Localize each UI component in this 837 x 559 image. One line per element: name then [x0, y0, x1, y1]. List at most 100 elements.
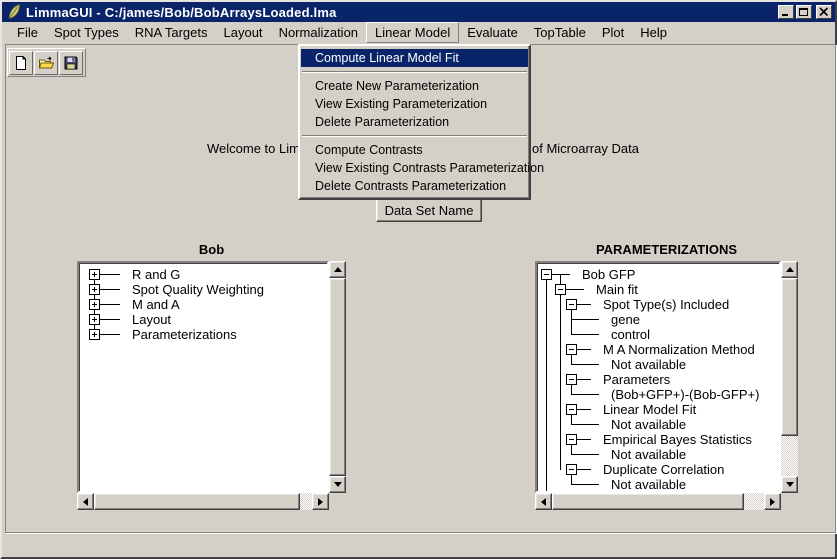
tree-item-not-available[interactable]: Not available	[537, 357, 779, 372]
left-tree-vscrollbar	[329, 261, 346, 493]
tree-item-m-and-a[interactable]: M and A	[79, 297, 327, 312]
scroll-down-button[interactable]	[329, 476, 346, 493]
right-tree-hscrollbar	[535, 493, 781, 510]
tree-guide-line	[560, 402, 561, 417]
scroll-thumb[interactable]	[781, 278, 798, 436]
tree-item-label[interactable]: Main fit	[596, 282, 638, 297]
tree-item-label[interactable]: Not available	[611, 477, 686, 492]
tree-item-label[interactable]: Not available	[611, 417, 686, 432]
collapse-box-icon[interactable]	[566, 344, 577, 355]
data-set-name-button[interactable]: Data Set Name	[376, 198, 482, 222]
tree-item-label[interactable]: control	[611, 327, 650, 342]
tree-guide-line	[546, 342, 547, 357]
scroll-up-button[interactable]	[329, 261, 346, 278]
menubar-item-normalization[interactable]: Normalization	[271, 23, 366, 42]
tree-item-spot-type-s-included[interactable]: Spot Type(s) Included	[537, 297, 779, 312]
tree-item-parameters[interactable]: Parameters	[537, 372, 779, 387]
minimize-button[interactable]	[778, 5, 794, 19]
collapse-box-icon[interactable]	[566, 434, 577, 445]
tree-item-label[interactable]: Empirical Bayes Statistics	[603, 432, 752, 447]
tree-item-label[interactable]: Parameterizations	[132, 327, 237, 342]
menu-item-delete-contrasts-parameterization[interactable]: Delete Contrasts Parameterization	[301, 177, 528, 195]
menu-item-delete-parameterization[interactable]: Delete Parameterization	[301, 113, 528, 131]
tree-item-label[interactable]: Spot Quality Weighting	[132, 282, 264, 297]
tree-item-label[interactable]: Spot Type(s) Included	[603, 297, 729, 312]
expand-box-icon[interactable]	[89, 269, 100, 280]
expand-box-icon[interactable]	[89, 314, 100, 325]
tree-connector-line	[571, 319, 599, 320]
tree-item-r-and-g[interactable]: R and G	[79, 267, 327, 282]
scroll-left-button[interactable]	[77, 493, 94, 510]
menubar-item-spot-types[interactable]: Spot Types	[46, 23, 127, 42]
tree-item-control[interactable]: control	[537, 327, 779, 342]
save-file-button[interactable]	[59, 51, 83, 75]
scroll-thumb[interactable]	[552, 493, 744, 510]
menubar-item-layout[interactable]: Layout	[216, 23, 271, 42]
tree-item-layout[interactable]: Layout	[79, 312, 327, 327]
tree-item-gene[interactable]: gene	[537, 312, 779, 327]
tree-item-bob-gfp-bob-gfp[interactable]: (Bob+GFP+)-(Bob-GFP+)	[537, 387, 779, 402]
tree-item-label[interactable]: Not available	[611, 357, 686, 372]
tree-item-not-available[interactable]: Not available	[537, 477, 779, 492]
tree-item-linear-model-fit[interactable]: Linear Model Fit	[537, 402, 779, 417]
scroll-left-button[interactable]	[535, 493, 552, 510]
tree-item-label[interactable]: Parameters	[603, 372, 670, 387]
scroll-down-button[interactable]	[781, 476, 798, 493]
tree-item-label[interactable]: (Bob+GFP+)-(Bob-GFP+)	[611, 387, 759, 402]
collapse-box-icon[interactable]	[541, 269, 552, 280]
tree-item-label[interactable]: Duplicate Correlation	[603, 462, 724, 477]
tree-item-m-a-normalization-method[interactable]: M A Normalization Method	[537, 342, 779, 357]
menubar-item-file[interactable]: File	[9, 23, 46, 42]
tree-item-label[interactable]: Not available	[611, 447, 686, 462]
expand-box-icon[interactable]	[89, 284, 100, 295]
menu-item-create-new-parameterization[interactable]: Create New Parameterization	[301, 77, 528, 95]
menu-item-compute-linear-model-fit[interactable]: Compute Linear Model Fit	[301, 49, 528, 67]
collapse-box-icon[interactable]	[566, 464, 577, 475]
tree-item-main-fit[interactable]: Main fit	[537, 282, 779, 297]
scroll-right-button[interactable]	[764, 493, 781, 510]
scroll-up-button[interactable]	[781, 261, 798, 278]
tree-item-empirical-bayes-statistics[interactable]: Empirical Bayes Statistics	[537, 432, 779, 447]
menubar-item-help[interactable]: Help	[632, 23, 675, 42]
menu-item-view-existing-contrasts-parameterization[interactable]: View Existing Contrasts Parameterization	[301, 159, 528, 177]
close-button[interactable]	[816, 5, 832, 19]
tree-item-duplicate-correlation[interactable]: Duplicate Correlation	[537, 462, 779, 477]
menubar-item-rna-targets[interactable]: RNA Targets	[127, 23, 216, 42]
tree-item-label[interactable]: M and A	[132, 297, 180, 312]
welcome-text-left: Welcome to Lim	[207, 141, 300, 156]
collapse-box-icon[interactable]	[566, 299, 577, 310]
menu-item-compute-contrasts[interactable]: Compute Contrasts	[301, 141, 528, 159]
collapse-box-icon[interactable]	[555, 284, 566, 295]
menu-item-view-existing-parameterization[interactable]: View Existing Parameterization	[301, 95, 528, 113]
tree-item-bob-gfp[interactable]: Bob GFP	[537, 267, 779, 282]
maximize-button[interactable]	[796, 5, 812, 19]
tree-item-not-available[interactable]: Not available	[537, 447, 779, 462]
tree-item-label[interactable]: Linear Model Fit	[603, 402, 696, 417]
collapse-box-icon[interactable]	[566, 374, 577, 385]
tree-item-label[interactable]: R and G	[132, 267, 180, 282]
menubar-item-plot[interactable]: Plot	[594, 23, 632, 42]
expand-box-icon[interactable]	[89, 299, 100, 310]
new-file-button[interactable]	[9, 51, 33, 75]
scroll-thumb[interactable]	[94, 493, 300, 510]
tree-item-label[interactable]: Layout	[132, 312, 171, 327]
menubar-item-toptable[interactable]: TopTable	[526, 23, 594, 42]
tree-connector-line	[571, 424, 599, 425]
scroll-right-button[interactable]	[312, 493, 329, 510]
menubar-item-evaluate[interactable]: Evaluate	[459, 23, 526, 42]
tree-item-label[interactable]: gene	[611, 312, 640, 327]
open-file-button[interactable]	[34, 51, 58, 75]
scroll-thumb[interactable]	[329, 278, 346, 476]
tree-item-label[interactable]: Bob GFP	[582, 267, 635, 282]
tree-item-not-available[interactable]: Not available	[537, 417, 779, 432]
tree-guide-line	[546, 417, 547, 432]
tree-guide-line	[546, 447, 547, 462]
menubar-item-linear-model[interactable]: Linear Model	[366, 22, 459, 43]
maximize-icon	[798, 7, 810, 17]
tree-item-spot-quality-weighting[interactable]: Spot Quality Weighting	[79, 282, 327, 297]
expand-box-icon[interactable]	[89, 329, 100, 340]
tree-item-parameterizations[interactable]: Parameterizations	[79, 327, 327, 342]
collapse-box-icon[interactable]	[566, 404, 577, 415]
tcl-feather-icon	[7, 4, 22, 20]
tree-item-label[interactable]: M A Normalization Method	[603, 342, 755, 357]
